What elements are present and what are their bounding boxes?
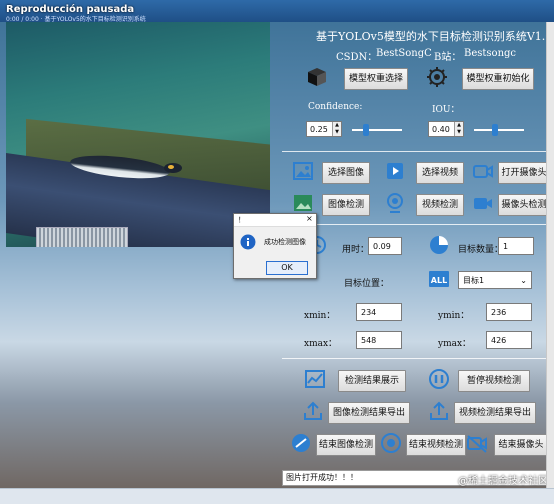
line-chart-icon [305, 370, 325, 388]
camera-icon [473, 165, 493, 178]
tank-grill [36, 227, 128, 247]
dialog-title: ！ [238, 216, 245, 224]
end-image-button[interactable]: 结束图像检测 [316, 434, 376, 456]
scrollbar[interactable] [546, 22, 554, 488]
divider [282, 358, 550, 359]
open-camera-button[interactable]: 打开摄像头 [498, 162, 550, 184]
pause-video-button[interactable]: 暂停视频检测 [458, 370, 530, 392]
target-select[interactable]: 目标1 ⌄ [458, 271, 532, 289]
time-field[interactable]: 0.09 [368, 237, 402, 255]
spin-arrows-icon[interactable]: ▲ ▼ [332, 122, 341, 136]
webcam-icon [387, 193, 403, 213]
pie-chart-icon [430, 236, 448, 254]
chevron-down-icon: ⌄ [520, 276, 527, 285]
xmin-label: xmin： [304, 311, 336, 321]
position-label: 目标位置： [344, 279, 390, 289]
show-results-button[interactable]: 检测结果展示 [338, 370, 406, 392]
confidence-slider[interactable] [352, 124, 402, 136]
video-file-icon [387, 163, 403, 179]
ymin-label: ymin： [438, 311, 470, 321]
ymax-label: ymax： [438, 339, 472, 349]
bili-label: B站： [434, 52, 462, 63]
watermark: @稀土掘金技术社区 [458, 476, 548, 487]
dialog-titlebar [234, 214, 316, 227]
confidence-value: 0.25 [310, 125, 328, 134]
camera-detect-button[interactable]: 摄像头检测 [498, 194, 550, 216]
image-detect-button[interactable]: 图像检测 [322, 194, 370, 216]
csdn-value: BestSongC [376, 48, 432, 59]
stop-video-icon [381, 433, 401, 453]
confidence-label: Confidence: [308, 102, 363, 112]
system-title: 基于YOLOv5模型的水下目标检测识别系统V1.0 [316, 30, 553, 43]
target-select-value: 目标1 [463, 276, 485, 285]
divider [282, 224, 550, 225]
end-camera-button[interactable]: 结束摄像头 [494, 434, 548, 456]
gear-icon [427, 67, 447, 87]
csdn-label: CSDN： [336, 52, 378, 63]
export-video-button[interactable]: 视频检测结果导出 [454, 402, 536, 424]
close-icon[interactable]: × [306, 214, 313, 223]
image-display [6, 22, 270, 247]
image-icon [293, 162, 313, 180]
end-video-button[interactable]: 结束视频检测 [406, 434, 466, 456]
all-icon: ALL [429, 271, 449, 287]
confidence-slider-handle[interactable] [363, 124, 369, 136]
model-init-button[interactable]: 模型权重初始化 [462, 68, 534, 90]
taskbar [0, 488, 554, 504]
xmin-field[interactable]: 234 [356, 303, 402, 321]
export-image-button[interactable]: 图像检测结果导出 [328, 402, 410, 424]
iou-label: IOU： [432, 105, 460, 115]
select-image-button[interactable]: 选择图像 [322, 162, 370, 184]
iou-slider[interactable] [474, 124, 524, 136]
iou-value: 0.40 [432, 125, 450, 134]
xmax-label: xmax： [304, 339, 338, 349]
spin-arrows-icon[interactable]: ▲ ▼ [454, 122, 463, 136]
video-detect-button[interactable]: 视频检测 [416, 194, 464, 216]
video-camera-icon [474, 198, 492, 209]
bili-value: Bestsongc [464, 48, 517, 59]
camera-off-icon [467, 435, 487, 453]
upload-icon [304, 401, 322, 420]
select-video-button[interactable]: 选择视频 [416, 162, 464, 184]
ok-button[interactable]: OK [266, 261, 308, 275]
xmax-field[interactable]: 548 [356, 331, 402, 349]
dialog-message: 成功检测图像 [264, 238, 306, 246]
info-icon [240, 234, 256, 250]
time-label: 用时： [342, 245, 370, 255]
divider [282, 151, 550, 152]
ymin-field[interactable]: 236 [486, 303, 532, 321]
cube-icon [308, 68, 326, 86]
message-dialog: ！ × 成功检测图像 OK [233, 213, 317, 279]
iou-spinbox[interactable]: 0.40 ▲ ▼ [428, 121, 464, 137]
model-select-button[interactable]: 模型权重选择 [344, 68, 408, 90]
penguin-head [164, 163, 182, 173]
image-detect-icon [294, 195, 312, 211]
ymax-field[interactable]: 426 [486, 331, 532, 349]
count-field[interactable]: 1 [498, 237, 534, 255]
stop-image-icon [292, 434, 310, 452]
upload-icon [430, 401, 448, 420]
iou-slider-handle[interactable] [491, 124, 498, 136]
count-label: 目标数量： [458, 245, 504, 255]
pause-icon [429, 369, 449, 389]
svg-text:ALL: ALL [431, 276, 447, 285]
confidence-spinbox[interactable]: 0.25 ▲ ▼ [306, 121, 342, 137]
